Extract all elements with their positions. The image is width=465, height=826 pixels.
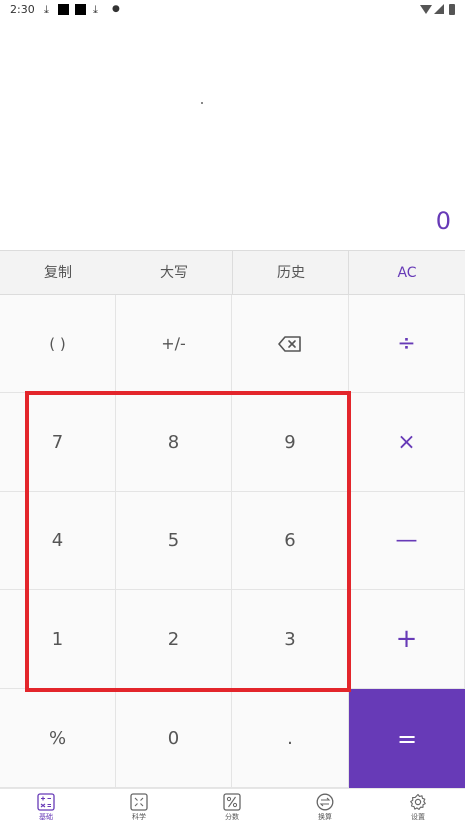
digit-8-key[interactable]: 8 — [116, 393, 232, 492]
status-time: 2:30 — [10, 3, 35, 16]
display-value: 0 — [435, 207, 451, 235]
nav-label-settings: 设置 — [411, 813, 425, 821]
history-button[interactable]: 历史 — [233, 251, 349, 295]
digit-5-key[interactable]: 5 — [116, 492, 232, 590]
keypad: ( ) +∕- ÷ 7 8 9 × 4 5 6 — 1 2 3 + % 0 . … — [0, 295, 465, 788]
percent-key[interactable]: % — [0, 689, 116, 788]
signal-icon — [434, 4, 444, 14]
scientific-calculator-icon — [130, 793, 148, 811]
function-row: 复制 大写 历史 AC — [0, 250, 465, 295]
plus-key[interactable]: + — [349, 590, 465, 689]
download-icon: ⤓ — [44, 3, 49, 16]
nav-label-conversion: 换算 — [318, 813, 332, 821]
digit-3-key[interactable]: 3 — [232, 590, 349, 689]
download-icon: ⤓ — [93, 3, 98, 16]
bottom-nav: 基础 科学 分数 换算 设置 — [0, 788, 465, 826]
notification-square-icon — [58, 4, 69, 15]
result-display: 0 — [0, 20, 465, 250]
nav-label-basic: 基础 — [39, 813, 53, 821]
digit-1-key[interactable]: 1 — [0, 590, 116, 689]
backspace-key[interactable] — [232, 295, 349, 393]
copy-button[interactable]: 复制 — [0, 251, 116, 295]
nav-item-fraction[interactable]: 分数 — [202, 791, 262, 825]
conversion-icon — [316, 793, 334, 811]
battery-icon — [449, 4, 455, 15]
nav-item-basic[interactable]: 基础 — [16, 791, 76, 825]
uppercase-button[interactable]: 大写 — [116, 251, 232, 295]
plus-minus-key[interactable]: +∕- — [116, 295, 232, 393]
digit-6-key[interactable]: 6 — [232, 492, 349, 590]
digit-2-key[interactable]: 2 — [116, 590, 232, 689]
parentheses-key[interactable]: ( ) — [0, 295, 116, 393]
digit-0-key[interactable]: 0 — [116, 689, 232, 788]
backspace-icon — [278, 335, 301, 352]
divide-key[interactable]: ÷ — [349, 295, 465, 393]
status-bar: 2:30 ⤓ ⤓ ● — [0, 0, 465, 20]
nav-item-settings[interactable]: 设置 — [388, 791, 448, 825]
display-speck — [201, 102, 203, 104]
all-clear-button[interactable]: AC — [349, 251, 465, 295]
nav-item-scientific[interactable]: 科学 — [109, 791, 169, 825]
decimal-key[interactable]: . — [232, 689, 349, 788]
notification-square-icon — [75, 4, 86, 15]
multiply-key[interactable]: × — [349, 393, 465, 492]
nav-label-scientific: 科学 — [132, 813, 146, 821]
wifi-icon — [420, 5, 432, 14]
dot-icon: ● — [112, 4, 120, 14]
digit-7-key[interactable]: 7 — [0, 393, 116, 492]
equals-key[interactable]: = — [349, 689, 465, 788]
basic-calculator-icon — [37, 793, 55, 811]
fraction-icon — [223, 793, 241, 811]
nav-item-conversion[interactable]: 换算 — [295, 791, 355, 825]
gear-icon — [410, 793, 426, 810]
nav-label-fraction: 分数 — [225, 813, 239, 821]
digit-4-key[interactable]: 4 — [0, 492, 116, 590]
minus-key[interactable]: — — [349, 492, 465, 590]
digit-9-key[interactable]: 9 — [232, 393, 349, 492]
